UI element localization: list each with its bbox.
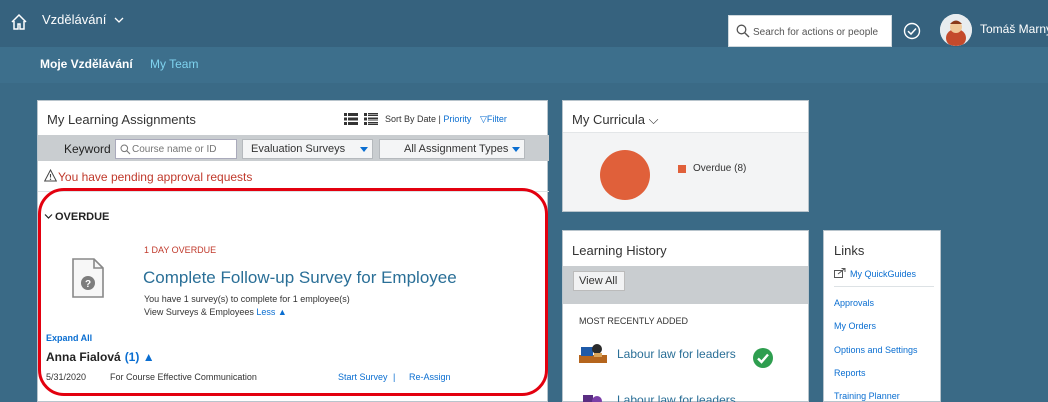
legend-swatch xyxy=(678,165,686,173)
caret-down-icon xyxy=(360,147,368,152)
due-date: 5/31/2020 xyxy=(46,372,87,382)
pie-slice-overdue[interactable] xyxy=(600,150,650,200)
home-icon[interactable] xyxy=(10,13,28,31)
history-item-link[interactable]: Labour law for leaders xyxy=(617,347,736,361)
course-name: For Course Effective Communication xyxy=(110,372,257,382)
curricula-pie-chart[interactable] xyxy=(600,150,650,200)
filter-icon: ▽ xyxy=(480,114,487,124)
start-survey-link[interactable]: Start Survey xyxy=(338,372,388,382)
divider xyxy=(834,286,934,287)
chevron-down-icon[interactable] xyxy=(44,212,53,221)
avatar-icon xyxy=(940,14,972,46)
view-surveys-text: View Surveys & Employees xyxy=(144,307,257,317)
compact-list-icon[interactable] xyxy=(364,113,378,125)
reassign-link[interactable]: Re-Assign xyxy=(409,372,451,382)
keyword-field[interactable] xyxy=(115,139,237,159)
links-card: Links My QuickGuides Approvals My Orders… xyxy=(823,230,941,402)
link-options-settings[interactable]: Options and Settings xyxy=(834,345,918,355)
course-thumbnail-icon xyxy=(583,395,602,402)
link-reports[interactable]: Reports xyxy=(834,368,866,378)
pending-approval-link[interactable]: You have pending approval requests xyxy=(58,170,252,184)
link-approvals[interactable]: Approvals xyxy=(834,298,874,308)
overdue-section-header[interactable]: OVERDUE xyxy=(55,211,109,223)
view-all-label: View All xyxy=(579,275,618,287)
link-training-planner[interactable]: Training Planner xyxy=(834,391,900,401)
overdue-label: 1 DAY OVERDUE xyxy=(144,245,217,255)
employee-row: Anna Fialová (1) ▲ xyxy=(46,350,155,364)
tab-my-team[interactable]: My Team xyxy=(150,57,198,71)
caret-down-icon xyxy=(512,147,520,152)
sort-options: Sort By Date | Priority xyxy=(385,114,471,124)
svg-text:?: ? xyxy=(85,279,91,290)
view-all-button[interactable]: View All xyxy=(573,271,625,291)
view-surveys-line: View Surveys & Employees Less ▲ xyxy=(144,307,287,317)
expand-all-link[interactable]: Expand All xyxy=(46,333,92,343)
app-title[interactable]: Vzdělávání xyxy=(42,12,106,27)
sort-priority-link[interactable]: Priority xyxy=(443,114,471,124)
survey-document-icon: ? xyxy=(72,258,104,298)
card-title: Learning History xyxy=(572,243,667,258)
employee-name: Anna Fialová xyxy=(46,350,121,364)
dropdown-value: Evaluation Surveys xyxy=(251,143,346,155)
card-title: My Learning Assignments xyxy=(47,112,196,127)
warning-icon xyxy=(44,169,57,182)
notifications-check-icon[interactable] xyxy=(903,22,921,40)
link-my-orders[interactable]: My Orders xyxy=(834,321,876,331)
filter-label: Filter xyxy=(486,114,507,124)
employee-count-toggle[interactable]: (1) ▲ xyxy=(125,350,155,364)
card-title: Links xyxy=(834,243,865,258)
survey-count-text: You have 1 survey(s) to complete for 1 e… xyxy=(144,294,350,304)
user-name[interactable]: Tomáš Marný xyxy=(980,22,1048,36)
course-thumbnail-icon xyxy=(579,344,607,363)
history-item-link[interactable]: Labour law for leaders xyxy=(617,393,736,402)
link-separator: | xyxy=(393,372,396,382)
search-input[interactable] xyxy=(753,23,887,41)
divider xyxy=(38,191,549,192)
link-my-quickguides[interactable]: My QuickGuides xyxy=(850,269,916,279)
survey-type-dropdown[interactable]: Evaluation Surveys xyxy=(242,139,373,159)
keyword-bar: Keyword Evaluation Surveys All Assignmen… xyxy=(38,135,549,161)
search-icon xyxy=(120,144,131,155)
curricula-title: My Curricula xyxy=(572,112,645,127)
completed-check-icon xyxy=(753,348,773,368)
keyword-label: Keyword xyxy=(64,142,111,156)
chevron-down-icon: ⌵ xyxy=(648,112,659,127)
keyword-input[interactable] xyxy=(132,142,232,156)
recent-label: MOST RECENTLY ADDED xyxy=(579,316,689,326)
sort-by-date[interactable]: Sort By Date | xyxy=(385,114,443,124)
dropdown-value: All Assignment Types xyxy=(404,143,509,155)
search-field[interactable] xyxy=(728,15,892,47)
learning-history-card: Learning History View All MOST RECENTLY … xyxy=(562,230,809,402)
list-view-icon[interactable] xyxy=(344,113,358,125)
chevron-down-icon[interactable] xyxy=(114,15,124,25)
quickguide-icon xyxy=(834,268,846,278)
avatar[interactable] xyxy=(940,14,972,46)
card-title[interactable]: My Curricula ⌵ xyxy=(572,112,658,128)
legend-overdue[interactable]: Overdue (8) xyxy=(693,163,746,174)
learning-assignments-card: My Learning Assignments Sort By Date | P… xyxy=(37,100,549,402)
tab-moje-vzdelavani[interactable]: Moje Vzdělávání xyxy=(40,57,133,71)
less-toggle[interactable]: Less ▲ xyxy=(256,307,286,317)
assignment-type-dropdown[interactable]: All Assignment Types xyxy=(379,139,525,159)
search-icon xyxy=(736,24,750,38)
filter-link[interactable]: ▽Filter xyxy=(480,114,507,125)
assignment-title-link[interactable]: Complete Follow-up Survey for Employee xyxy=(143,268,457,288)
my-curricula-card: My Curricula ⌵ Overdue (8) xyxy=(562,100,809,212)
